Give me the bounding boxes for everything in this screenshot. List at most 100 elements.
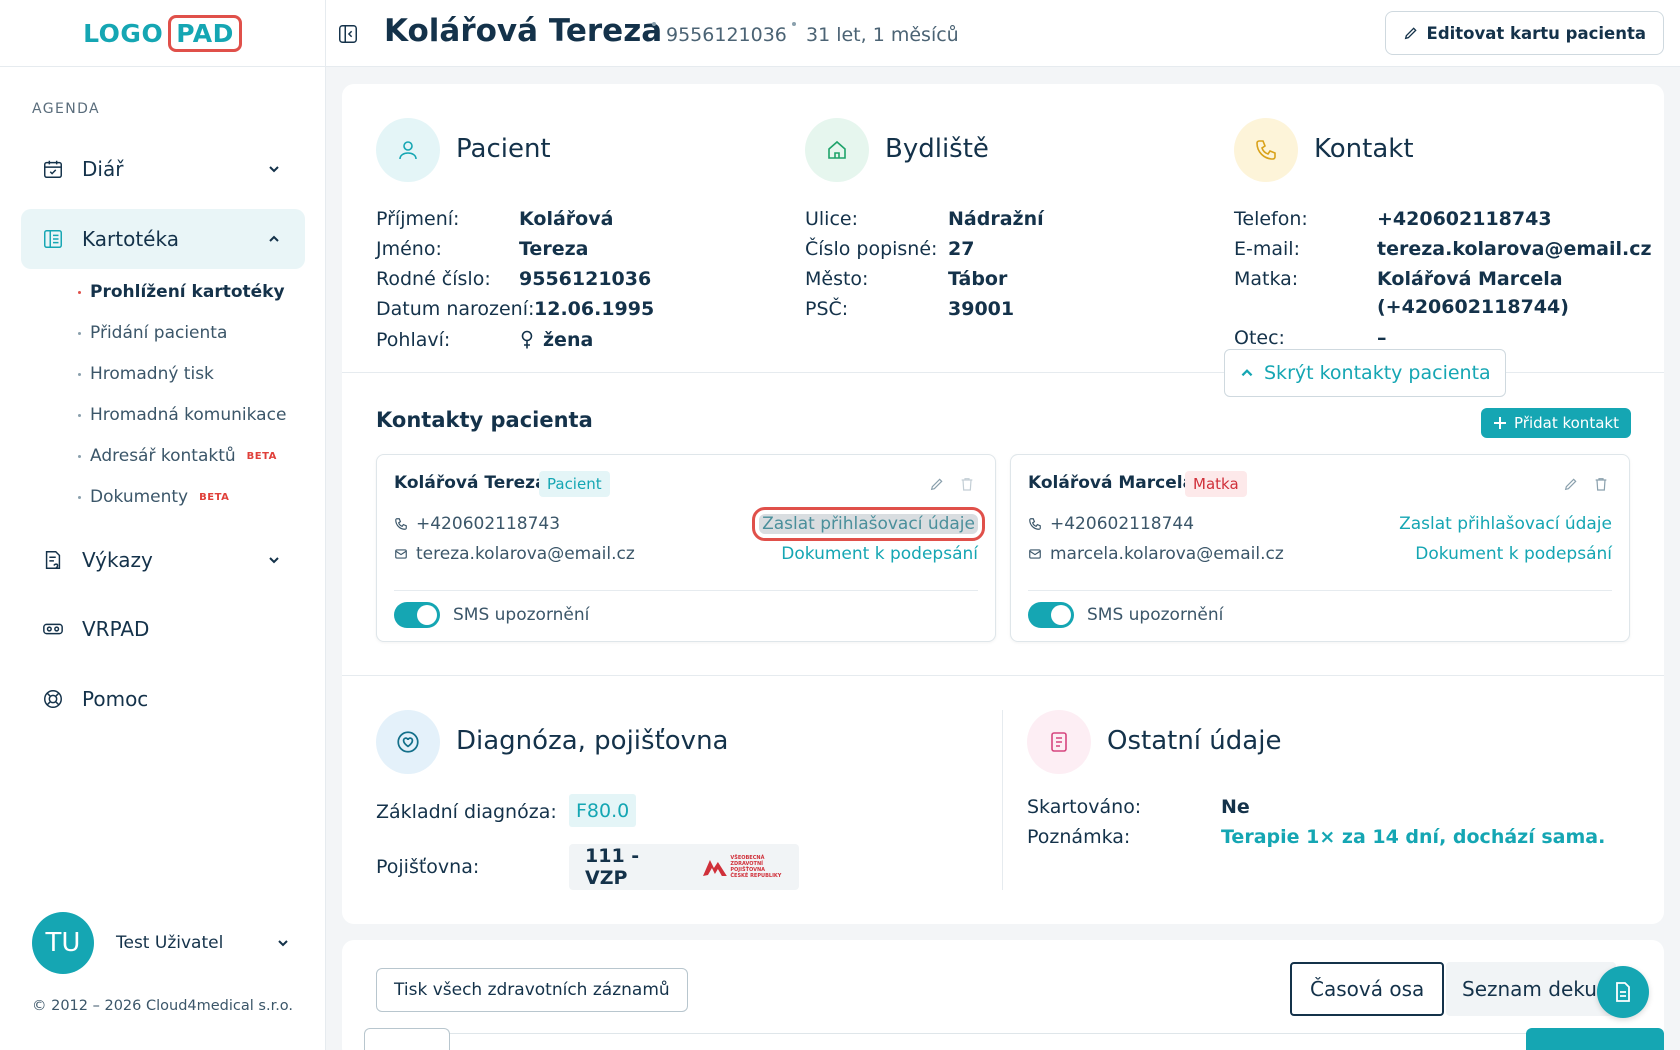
contact-card: Kolářová Marcela Matka +420602118744 mar… <box>1010 454 1630 642</box>
pencil-icon[interactable] <box>1561 474 1581 494</box>
field-label: Poznámka: <box>1027 826 1131 848</box>
phone-icon <box>395 518 407 530</box>
field-value: Ne <box>1221 796 1250 818</box>
sidebar-item-diar[interactable]: Diář <box>21 139 305 199</box>
vzp-logo-text: ČESKÉ REPUBLIKY <box>730 873 782 879</box>
chevron-up-icon <box>265 230 283 248</box>
trash-icon[interactable] <box>1591 474 1611 494</box>
sidebar-item-vykazy[interactable]: Výkazy <box>21 530 305 590</box>
edit-button-label: Editovat kartu pacienta <box>1426 23 1646 43</box>
avatar: TU <box>32 912 94 974</box>
user-menu[interactable]: TU Test Uživatel <box>32 912 292 974</box>
field-value: Tereza <box>519 238 589 260</box>
field-value: Nádražní <box>948 208 1044 230</box>
sidebar-item-pomoc[interactable]: Pomoc <box>21 669 305 729</box>
document-icon <box>1027 710 1091 774</box>
contact-phone: +420602118743 <box>394 514 560 534</box>
chevron-down-icon <box>274 934 292 952</box>
insurance-value: 111 - VZP VŠEOBECNÁ ZDRAVOTNÍ POJIŠŤOVNA… <box>569 844 799 890</box>
tab-first[interactable] <box>364 1028 450 1050</box>
document-to-sign-link[interactable]: Dokument k podepsání <box>1415 544 1612 564</box>
field-value: (+420602118744) <box>1377 296 1569 318</box>
report-icon <box>41 548 65 572</box>
subitem-label: Přidání pacienta <box>90 323 228 343</box>
bullet-icon <box>78 495 81 499</box>
contact-email: marcela.kolarova@email.cz <box>1028 544 1284 564</box>
sidebar-item-label: Pomoc <box>82 687 149 711</box>
sidebar-item-label: Diář <box>82 157 124 181</box>
field-value: tereza.kolarova@email.cz <box>1377 238 1652 260</box>
logo-text-right: PAD <box>168 14 242 52</box>
pencil-icon <box>1404 27 1417 40</box>
subitem-label: Hromadná komunikace <box>90 405 287 425</box>
vr-headset-icon <box>41 617 65 641</box>
logo-text-left: LOGO <box>83 18 164 48</box>
user-name: Test Uživatel <box>116 933 224 953</box>
send-login-link[interactable]: Zaslat přihlašovací údaje <box>1399 514 1612 534</box>
sms-toggle-label: SMS upozornění <box>453 605 590 625</box>
bullet-icon <box>78 454 81 458</box>
section-title-diagnoza: Diagnóza, pojišťovna <box>456 726 729 756</box>
section-title-kontakt: Kontakt <box>1314 134 1414 164</box>
hide-contacts-button[interactable]: Skrýt kontakty pacienta <box>1224 349 1506 397</box>
vzp-logo: VŠEOBECNÁ ZDRAVOTNÍ POJIŠŤOVNA ČESKÉ REP… <box>702 855 799 879</box>
phone-icon <box>1029 518 1041 530</box>
sidebar-item-vrpad[interactable]: VRPAD <box>21 599 305 659</box>
sms-toggle[interactable] <box>394 602 440 628</box>
field-value: Kolářová Marcela <box>1377 268 1563 290</box>
beta-badge: BETA <box>246 450 277 462</box>
sidebar-subitem-dokumenty[interactable]: Dokumenty BETA <box>78 487 229 507</box>
section-title-bydliste: Bydliště <box>885 134 989 164</box>
logo[interactable]: LOGO PAD <box>83 14 242 52</box>
sidebar-subitem-pridani[interactable]: Přidání pacienta <box>78 323 227 343</box>
contacts-title: Kontakty pacienta <box>376 408 593 432</box>
print-all-records-button[interactable]: Tisk všech zdravotních záznamů <box>376 968 688 1012</box>
sidebar: LOGO PAD AGENDA Diář Kartotéka Prohlížen… <box>0 0 326 1050</box>
view-list-button[interactable]: Seznam dekurzů <box>1446 962 1616 1016</box>
add-contact-button[interactable]: Přidat kontakt <box>1481 408 1631 438</box>
field-value: Tábor <box>948 268 1008 290</box>
page-title: Kolářová Tereza <box>384 13 663 49</box>
role-badge: Pacient <box>539 471 610 497</box>
mail-icon <box>395 549 407 559</box>
pencil-icon[interactable] <box>927 474 947 494</box>
document-icon <box>1616 982 1630 1002</box>
field-value: 12.06.1995 <box>534 298 655 320</box>
patient-age: 31 let, 1 měsíců <box>806 24 959 46</box>
divider <box>394 590 978 591</box>
field-value: – <box>1377 327 1387 349</box>
sidebar-subitem-prohlizeni[interactable]: Prohlížení kartotéky <box>78 282 285 302</box>
person-icon <box>376 118 440 182</box>
email-text: tereza.kolarova@email.cz <box>416 544 635 564</box>
send-login-link[interactable]: Zaslat přihlašovací údaje <box>752 507 985 541</box>
sidebar-item-label: VRPAD <box>82 617 150 641</box>
field-label: E-mail: <box>1234 238 1300 260</box>
field-label: Skartováno: <box>1027 796 1142 818</box>
sidebar-collapse-icon[interactable] <box>336 22 360 46</box>
chevron-down-icon <box>265 551 283 569</box>
agenda-label: AGENDA <box>32 101 101 117</box>
sidebar-subitem-adresar[interactable]: Adresář kontaktů BETA <box>78 446 277 466</box>
section-title-ostatni: Ostatní údaje <box>1107 726 1282 756</box>
add-contact-label: Přidat kontakt <box>1514 414 1619 432</box>
field-value: žena <box>543 329 594 351</box>
view-timeline-button[interactable]: Časová osa <box>1290 962 1445 1016</box>
sidebar-item-label: Výkazy <box>82 548 153 572</box>
field-label: Číslo popisné: <box>805 238 938 260</box>
trash-icon[interactable] <box>957 474 977 494</box>
field-value: 39001 <box>948 298 1015 320</box>
edit-patient-card-button[interactable]: Editovat kartu pacienta <box>1384 11 1664 55</box>
field-label: Základní diagnóza: <box>376 801 557 823</box>
contact-name: Kolářová Marcela <box>1028 473 1195 493</box>
sms-toggle[interactable] <box>1028 602 1074 628</box>
sidebar-item-kartoteka[interactable]: Kartotéka <box>21 209 305 269</box>
lifebuoy-icon <box>41 687 65 711</box>
sidebar-subitem-hromadna-komunikace[interactable]: Hromadná komunikace <box>78 405 286 425</box>
document-fab-button[interactable] <box>1597 966 1649 1018</box>
document-to-sign-link[interactable]: Dokument k podepsání <box>781 544 978 564</box>
tab-add[interactable] <box>1526 1028 1664 1050</box>
field-label: PSČ: <box>805 298 849 320</box>
divider <box>1028 590 1612 591</box>
sidebar-subitem-hromadny-tisk[interactable]: Hromadný tisk <box>78 364 214 384</box>
field-label: Otec: <box>1234 327 1285 349</box>
